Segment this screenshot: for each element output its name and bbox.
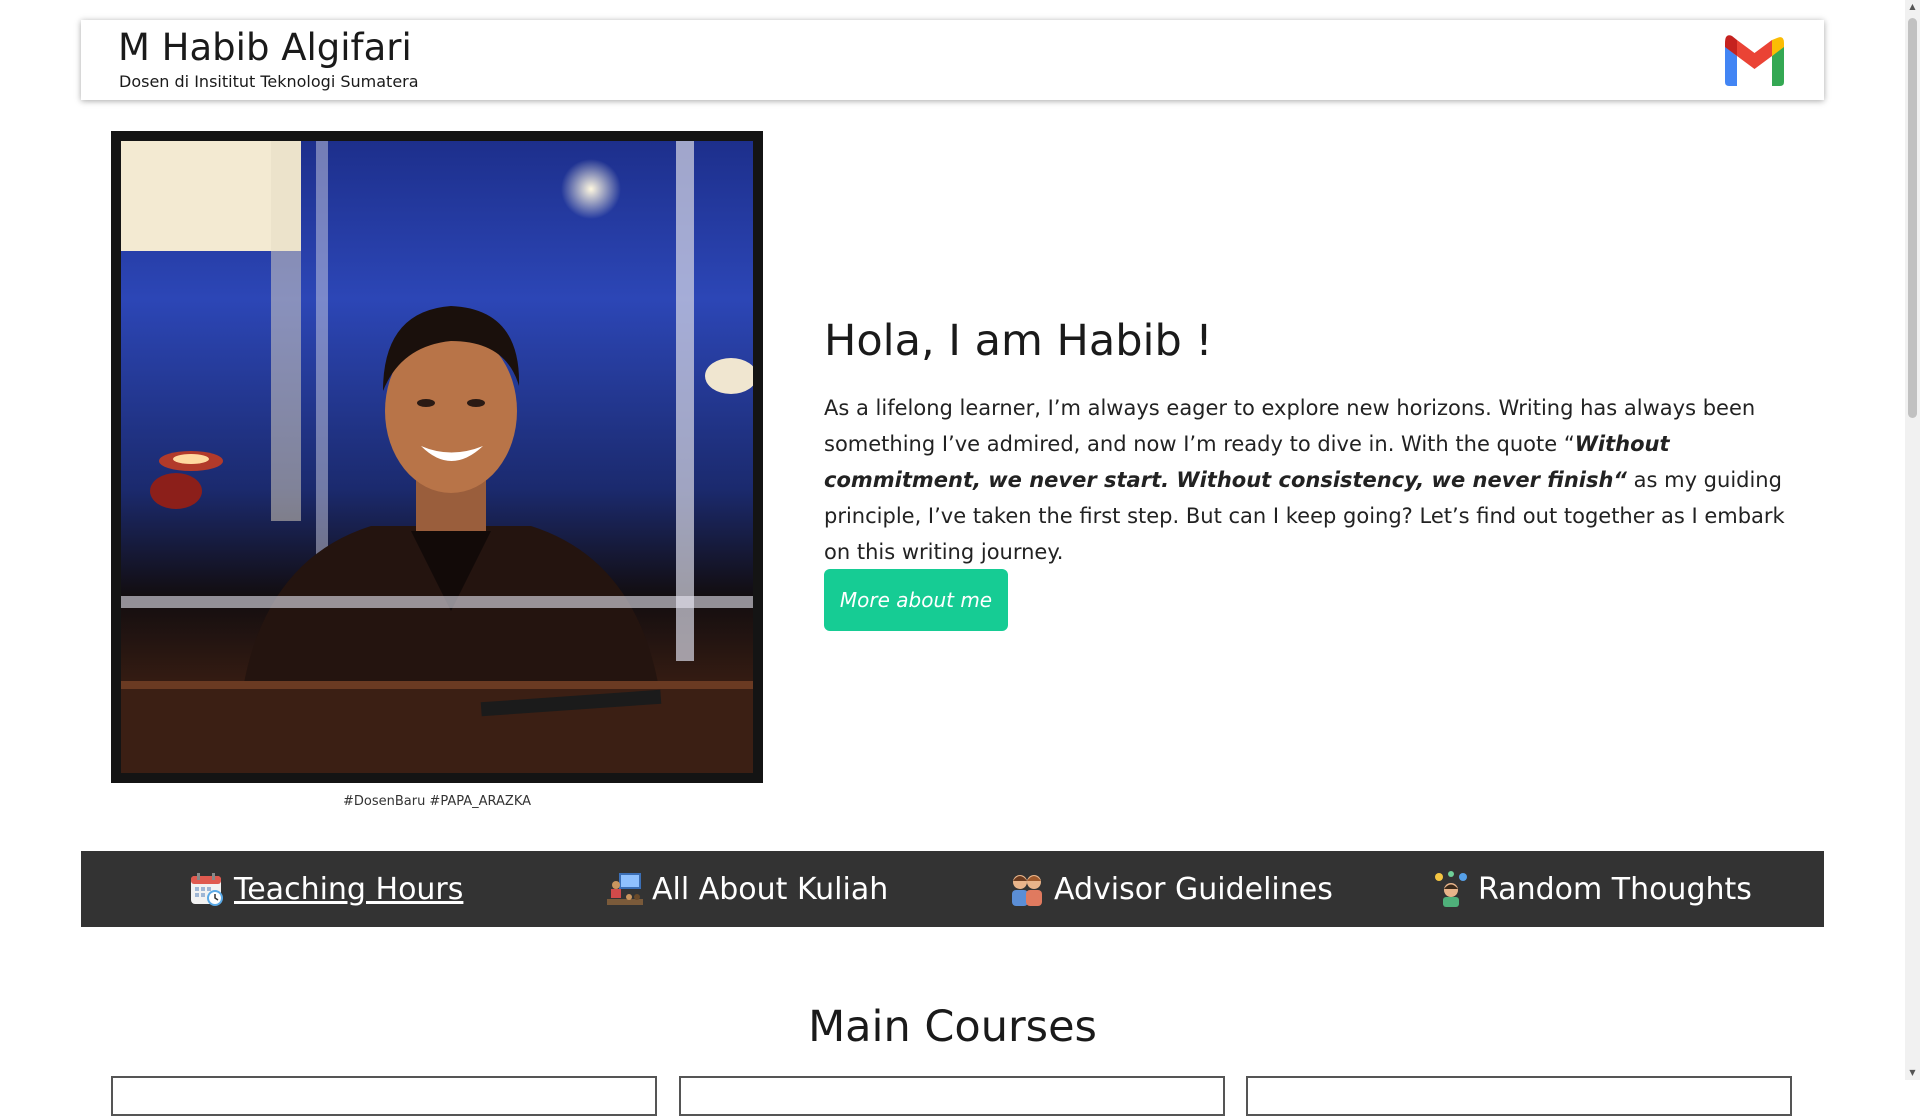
calendar-clock-icon — [189, 871, 225, 907]
course-card[interactable] — [111, 1076, 657, 1116]
scrollbar-thumb[interactable] — [1908, 18, 1917, 418]
nav-label: All About Kuliah — [652, 871, 889, 907]
nav-item-teaching-hours[interactable]: Teaching Hours — [189, 851, 463, 927]
nav-item-advisor-guidelines[interactable]: Advisor Guidelines — [1009, 851, 1333, 927]
course-card[interactable] — [679, 1076, 1225, 1116]
more-about-me-button[interactable]: More about me — [824, 569, 1008, 631]
profile-photo-frame — [111, 131, 763, 783]
presentation-icon — [607, 871, 643, 907]
nav-item-random-thoughts[interactable]: Random Thoughts — [1433, 851, 1752, 927]
scroll-down-icon[interactable]: ▼ — [1905, 1066, 1920, 1080]
site-tagline: Dosen di Insititut Teknologi Sumatera — [119, 72, 419, 91]
hero-heading: Hola, I am Habib ! — [824, 316, 1213, 366]
thinking-person-icon — [1433, 871, 1469, 907]
nav-label: Random Thoughts — [1478, 871, 1752, 907]
photo-caption: #DosenBaru #PAPA_ARAZKA — [342, 794, 532, 809]
page-scrollbar[interactable]: ▲ ▼ — [1905, 0, 1920, 1080]
main-courses-title: Main Courses — [808, 1002, 1097, 1052]
hero-intro-text: As a lifelong learner, I’m always eager … — [824, 390, 1794, 570]
gmail-icon[interactable] — [1721, 34, 1788, 86]
site-header: M Habib Algifari Dosen di Insititut Tekn… — [81, 20, 1824, 100]
nav-label: Advisor Guidelines — [1054, 871, 1333, 907]
nav-item-all-about-kuliah[interactable]: All About Kuliah — [607, 851, 888, 927]
course-card[interactable] — [1246, 1076, 1792, 1116]
people-icon — [1009, 871, 1045, 907]
nav-label: Teaching Hours — [234, 871, 464, 907]
site-title[interactable]: M Habib Algifari — [118, 26, 412, 69]
profile-photo — [121, 141, 753, 773]
category-nav: Teaching Hours All About Kuliah Advisor … — [81, 851, 1824, 927]
scroll-up-icon[interactable]: ▲ — [1905, 0, 1920, 14]
